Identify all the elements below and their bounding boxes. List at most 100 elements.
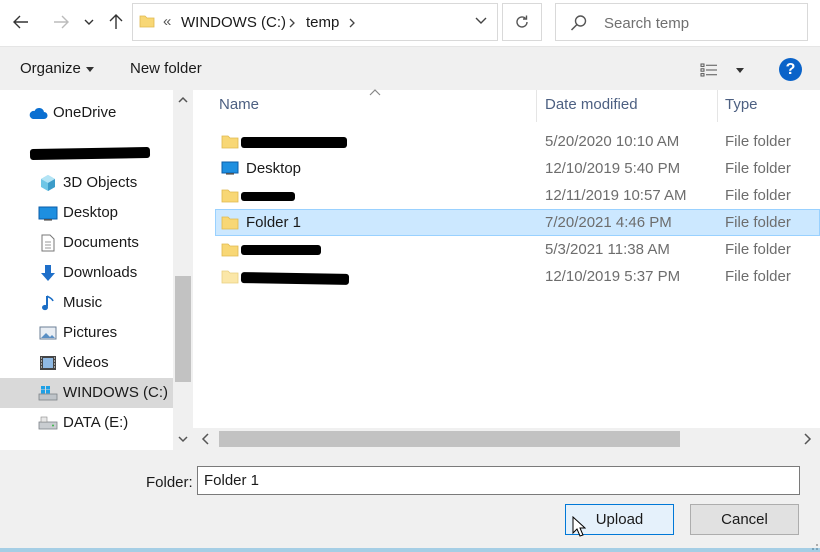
column-divider[interactable] bbox=[536, 90, 537, 122]
nav-item-pictures[interactable]: Pictures bbox=[0, 318, 173, 348]
chevron-down-icon bbox=[84, 19, 94, 25]
search-box[interactable] bbox=[555, 3, 808, 41]
details-view-icon bbox=[700, 63, 717, 77]
arrow-up-icon bbox=[109, 14, 123, 29]
row-date: 5/3/2021 11:38 AM bbox=[545, 241, 670, 258]
folder-icon bbox=[139, 15, 155, 28]
folder-input[interactable] bbox=[197, 466, 800, 495]
folder-icon bbox=[221, 216, 239, 230]
nav-item-3d-objects[interactable]: 3D Objects bbox=[0, 168, 173, 198]
picture-icon bbox=[38, 324, 58, 342]
chevron-right-icon[interactable] bbox=[802, 433, 812, 445]
nav-item-windows-c[interactable]: WINDOWS (C:) bbox=[0, 378, 173, 408]
folder-icon bbox=[221, 189, 239, 203]
redaction-mark bbox=[240, 272, 350, 285]
nav-item-label: WINDOWS (C:) bbox=[63, 384, 168, 401]
horizontal-scroll-thumb[interactable] bbox=[219, 431, 680, 447]
overflow-chevron[interactable]: « bbox=[163, 13, 171, 30]
film-icon bbox=[38, 354, 58, 372]
column-header-date[interactable]: Date modified bbox=[545, 96, 638, 113]
row-date: 12/10/2019 5:37 PM bbox=[545, 268, 681, 285]
caret-down-icon bbox=[85, 66, 94, 72]
organize-button[interactable]: Organize bbox=[20, 60, 94, 77]
redaction-mark bbox=[241, 137, 347, 148]
chevron-down-icon[interactable] bbox=[177, 433, 189, 445]
horizontal-scrollbar[interactable] bbox=[193, 428, 820, 450]
folder-icon bbox=[221, 270, 239, 284]
row-type: File folder bbox=[725, 133, 791, 150]
search-input[interactable] bbox=[604, 12, 799, 34]
breadcrumb-temp[interactable]: temp bbox=[306, 14, 339, 31]
address-dropdown-button[interactable] bbox=[466, 3, 496, 39]
nav-item-label: DATA (E:) bbox=[63, 414, 129, 431]
cube-icon bbox=[38, 174, 58, 192]
arrow-left-icon bbox=[13, 15, 28, 29]
chevron-left-icon[interactable] bbox=[201, 433, 211, 445]
arrow-right-icon bbox=[54, 15, 69, 29]
table-row-selected[interactable]: Folder 1 7/20/2021 4:46 PM File folder bbox=[215, 209, 820, 236]
address-bar[interactable]: « WINDOWS (C:) temp bbox=[132, 3, 498, 41]
nav-item-this-pc[interactable] bbox=[0, 138, 173, 168]
row-type: File folder bbox=[725, 187, 791, 204]
music-note-icon bbox=[38, 294, 58, 312]
change-view-button[interactable] bbox=[700, 59, 750, 81]
breadcrumb-windows-c[interactable]: WINDOWS (C:) bbox=[181, 14, 286, 31]
search-icon bbox=[570, 15, 587, 31]
mouse-cursor-icon bbox=[572, 516, 586, 537]
folder-icon bbox=[221, 243, 239, 257]
refresh-icon bbox=[516, 15, 528, 28]
row-date: 7/20/2021 4:46 PM bbox=[545, 214, 672, 231]
chevron-up-icon[interactable] bbox=[177, 94, 189, 106]
chevron-right-icon[interactable] bbox=[289, 18, 296, 28]
row-date: 12/11/2019 10:57 AM bbox=[545, 187, 687, 204]
table-row[interactable]: 5/20/2020 10:10 AM File folder bbox=[215, 128, 820, 155]
row-type: File folder bbox=[725, 160, 791, 177]
redaction-mark bbox=[29, 146, 151, 161]
command-bar: Organize New folder ? bbox=[0, 46, 820, 90]
nav-item-label: Videos bbox=[63, 354, 109, 371]
refresh-button[interactable] bbox=[502, 3, 542, 41]
navigation-pane: OneDrive 3D Objects Desktop Documents Do… bbox=[0, 90, 193, 450]
row-name: Desktop bbox=[246, 160, 302, 177]
dialog-footer: Folder: Upload Cancel bbox=[0, 450, 820, 552]
forward-button[interactable] bbox=[48, 8, 74, 36]
desktop-icon bbox=[38, 204, 58, 222]
nav-item-desktop[interactable]: Desktop bbox=[0, 198, 173, 228]
recent-locations-button[interactable] bbox=[78, 8, 100, 36]
back-button[interactable] bbox=[8, 8, 34, 36]
row-date: 12/10/2019 5:40 PM bbox=[545, 160, 681, 177]
row-type: File folder bbox=[725, 268, 791, 285]
nav-item-label: Downloads bbox=[63, 264, 138, 281]
nav-item-onedrive[interactable]: OneDrive bbox=[0, 98, 173, 128]
table-row[interactable]: 5/3/2021 11:38 AM File folder bbox=[215, 236, 820, 263]
nav-scrollbar[interactable] bbox=[173, 90, 193, 450]
row-type: File folder bbox=[725, 241, 791, 258]
nav-item-downloads[interactable]: Downloads bbox=[0, 258, 173, 288]
table-row[interactable]: 12/10/2019 5:37 PM File folder bbox=[215, 263, 820, 290]
up-button[interactable] bbox=[103, 8, 129, 36]
nav-item-data-e[interactable]: DATA (E:) bbox=[0, 408, 173, 438]
new-folder-button[interactable]: New folder bbox=[130, 60, 202, 77]
help-button[interactable]: ? bbox=[779, 58, 802, 81]
nav-item-music[interactable]: Music bbox=[0, 288, 173, 318]
chevron-right-icon[interactable] bbox=[349, 18, 356, 28]
nav-item-videos[interactable]: Videos bbox=[0, 348, 173, 378]
cancel-button[interactable]: Cancel bbox=[690, 504, 799, 535]
nav-scroll-thumb[interactable] bbox=[175, 276, 191, 382]
cloud-icon bbox=[28, 104, 48, 122]
table-row[interactable]: Desktop 12/10/2019 5:40 PM File folder bbox=[215, 155, 820, 182]
nav-item-label: Pictures bbox=[63, 324, 118, 341]
column-header-name[interactable]: Name bbox=[219, 96, 259, 113]
address-row: « WINDOWS (C:) temp bbox=[0, 0, 820, 46]
caret-down-icon[interactable] bbox=[736, 67, 744, 73]
window-bottom-border bbox=[0, 548, 820, 552]
nav-item-label: Documents bbox=[63, 234, 139, 251]
column-divider[interactable] bbox=[717, 90, 718, 122]
row-type: File folder bbox=[725, 214, 791, 231]
table-row[interactable]: 12/11/2019 10:57 AM File folder bbox=[215, 182, 820, 209]
nav-item-label: Music bbox=[63, 294, 103, 311]
nav-item-label: 3D Objects bbox=[63, 174, 138, 191]
column-header-type[interactable]: Type bbox=[725, 96, 758, 113]
file-list: Name Date modified Type 5/20/2020 10:10 … bbox=[193, 89, 820, 450]
nav-item-documents[interactable]: Documents bbox=[0, 228, 173, 258]
